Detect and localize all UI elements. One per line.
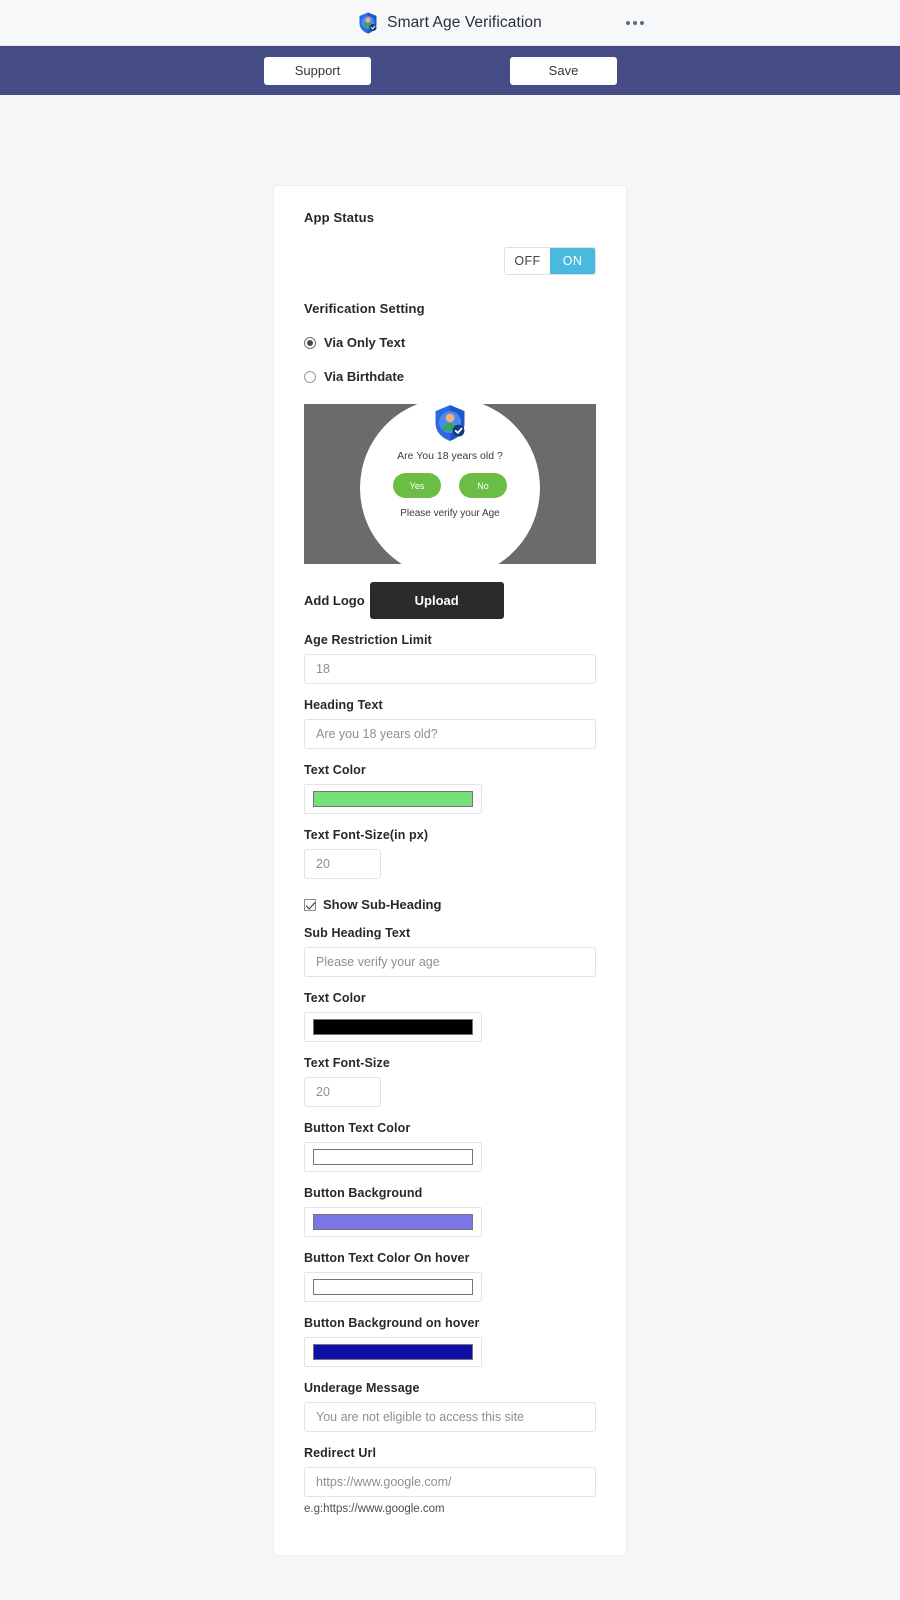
heading-font-size-input[interactable] [304,849,381,879]
shield-person-icon [358,12,378,34]
color-swatch [313,1214,473,1230]
show-subheading-checkbox-row[interactable]: Show Sub-Heading [304,897,596,912]
button-text-color-label: Button Text Color [304,1121,411,1135]
heading-font-size-label: Text Font-Size(in px) [304,828,429,842]
heading-text-color-label: Text Color [304,763,366,777]
kebab-menu-icon[interactable] [622,15,648,31]
field-button-background-hover: Button Background on hover [304,1316,596,1367]
radio-via-birthdate[interactable]: Via Birthdate [304,369,596,384]
radio-via-only-text-label: Via Only Text [324,335,406,350]
field-sub-heading-font-size: Text Font-Size [304,1056,596,1107]
color-swatch [313,1344,473,1360]
button-text-color-hover-label: Button Text Color On hover [304,1251,470,1265]
field-button-text-color-hover: Button Text Color On hover [304,1251,596,1302]
field-age-restriction-limit: Age Restriction Limit [304,633,596,684]
app-header: Smart Age Verification [0,0,900,46]
preview-heading-text: Are You 18 years old ? [397,450,503,462]
save-button[interactable]: Save [510,56,617,85]
field-button-text-color: Button Text Color [304,1121,596,1172]
sub-heading-text-label: Sub Heading Text [304,926,411,940]
action-bar: Support Save [0,46,900,95]
field-heading-text: Heading Text [304,698,596,749]
field-heading-font-size: Text Font-Size(in px) [304,828,596,879]
age-restriction-limit-input[interactable] [304,654,596,684]
show-subheading-label: Show Sub-Heading [323,897,442,912]
sub-heading-text-input[interactable] [304,947,596,977]
redirect-url-input[interactable] [304,1467,596,1497]
kebab-dot [626,20,630,25]
popup-preview: Are You 18 years old ? Yes No Please ver… [304,404,596,564]
heading-text-label: Heading Text [304,698,383,712]
radio-via-birthdate-label: Via Birthdate [324,369,404,384]
color-swatch [313,1019,473,1035]
color-swatch [313,1279,473,1295]
shield-person-icon [433,404,467,442]
app-status-toggle[interactable]: OFF ON [504,247,596,275]
sub-heading-font-size-label: Text Font-Size [304,1056,390,1070]
button-background-hover-label: Button Background on hover [304,1316,480,1330]
field-underage-message: Underage Message [304,1381,596,1432]
button-text-color-picker[interactable] [304,1142,482,1172]
color-swatch [313,1149,473,1165]
add-logo-label: Add Logo [304,593,365,608]
field-button-background: Button Background [304,1186,596,1237]
color-swatch [313,791,473,807]
kebab-dot [633,20,637,25]
radio-selected-icon [304,336,316,349]
toggle-on-option[interactable]: ON [550,248,595,274]
button-background-hover-picker[interactable] [304,1337,482,1367]
popup-preview-circle: Are You 18 years old ? Yes No Please ver… [360,404,540,564]
field-sub-heading-text: Sub Heading Text [304,926,596,977]
preview-yes-button[interactable]: Yes [393,473,441,498]
field-redirect-url: Redirect Url e.g:https://www.google.com [304,1446,596,1515]
heading-text-input[interactable] [304,719,596,749]
sub-heading-font-size-input[interactable] [304,1077,381,1107]
radio-unselected-icon [304,370,316,383]
radio-via-only-text[interactable]: Via Only Text [304,335,596,350]
add-logo-row: Add Logo Upload [304,582,596,619]
toggle-off-option[interactable]: OFF [505,248,550,274]
age-restriction-limit-label: Age Restriction Limit [304,633,432,647]
sub-heading-text-color-picker[interactable] [304,1012,482,1042]
app-title-group: Smart Age Verification [358,12,542,34]
upload-button[interactable]: Upload [369,582,504,619]
support-button[interactable]: Support [264,56,371,85]
preview-subheading-text: Please verify your Age [400,508,500,519]
checkbox-checked-icon [304,898,316,911]
page-body: App Status OFF ON Verification Setting V… [0,95,900,1556]
button-background-color-picker[interactable] [304,1207,482,1237]
sub-heading-text-color-label: Text Color [304,991,366,1005]
app-status-title: App Status [304,210,375,225]
heading-text-color-picker[interactable] [304,784,482,814]
button-background-label: Button Background [304,1186,423,1200]
underage-message-label: Underage Message [304,1381,420,1395]
page-title: Smart Age Verification [387,13,542,31]
preview-no-button[interactable]: No [459,473,507,498]
field-heading-text-color: Text Color [304,763,596,814]
redirect-url-label: Redirect Url [304,1446,377,1460]
underage-message-input[interactable] [304,1402,596,1432]
settings-card: App Status OFF ON Verification Setting V… [273,185,627,1556]
redirect-url-helper-text: e.g:https://www.google.com [304,1503,445,1515]
preview-button-group: Yes No [393,473,507,498]
field-sub-heading-text-color: Text Color [304,991,596,1042]
kebab-dot [640,20,644,25]
app-status-toggle-row: OFF ON [304,247,596,275]
verification-setting-title: Verification Setting [304,301,425,316]
button-text-color-hover-picker[interactable] [304,1272,482,1302]
